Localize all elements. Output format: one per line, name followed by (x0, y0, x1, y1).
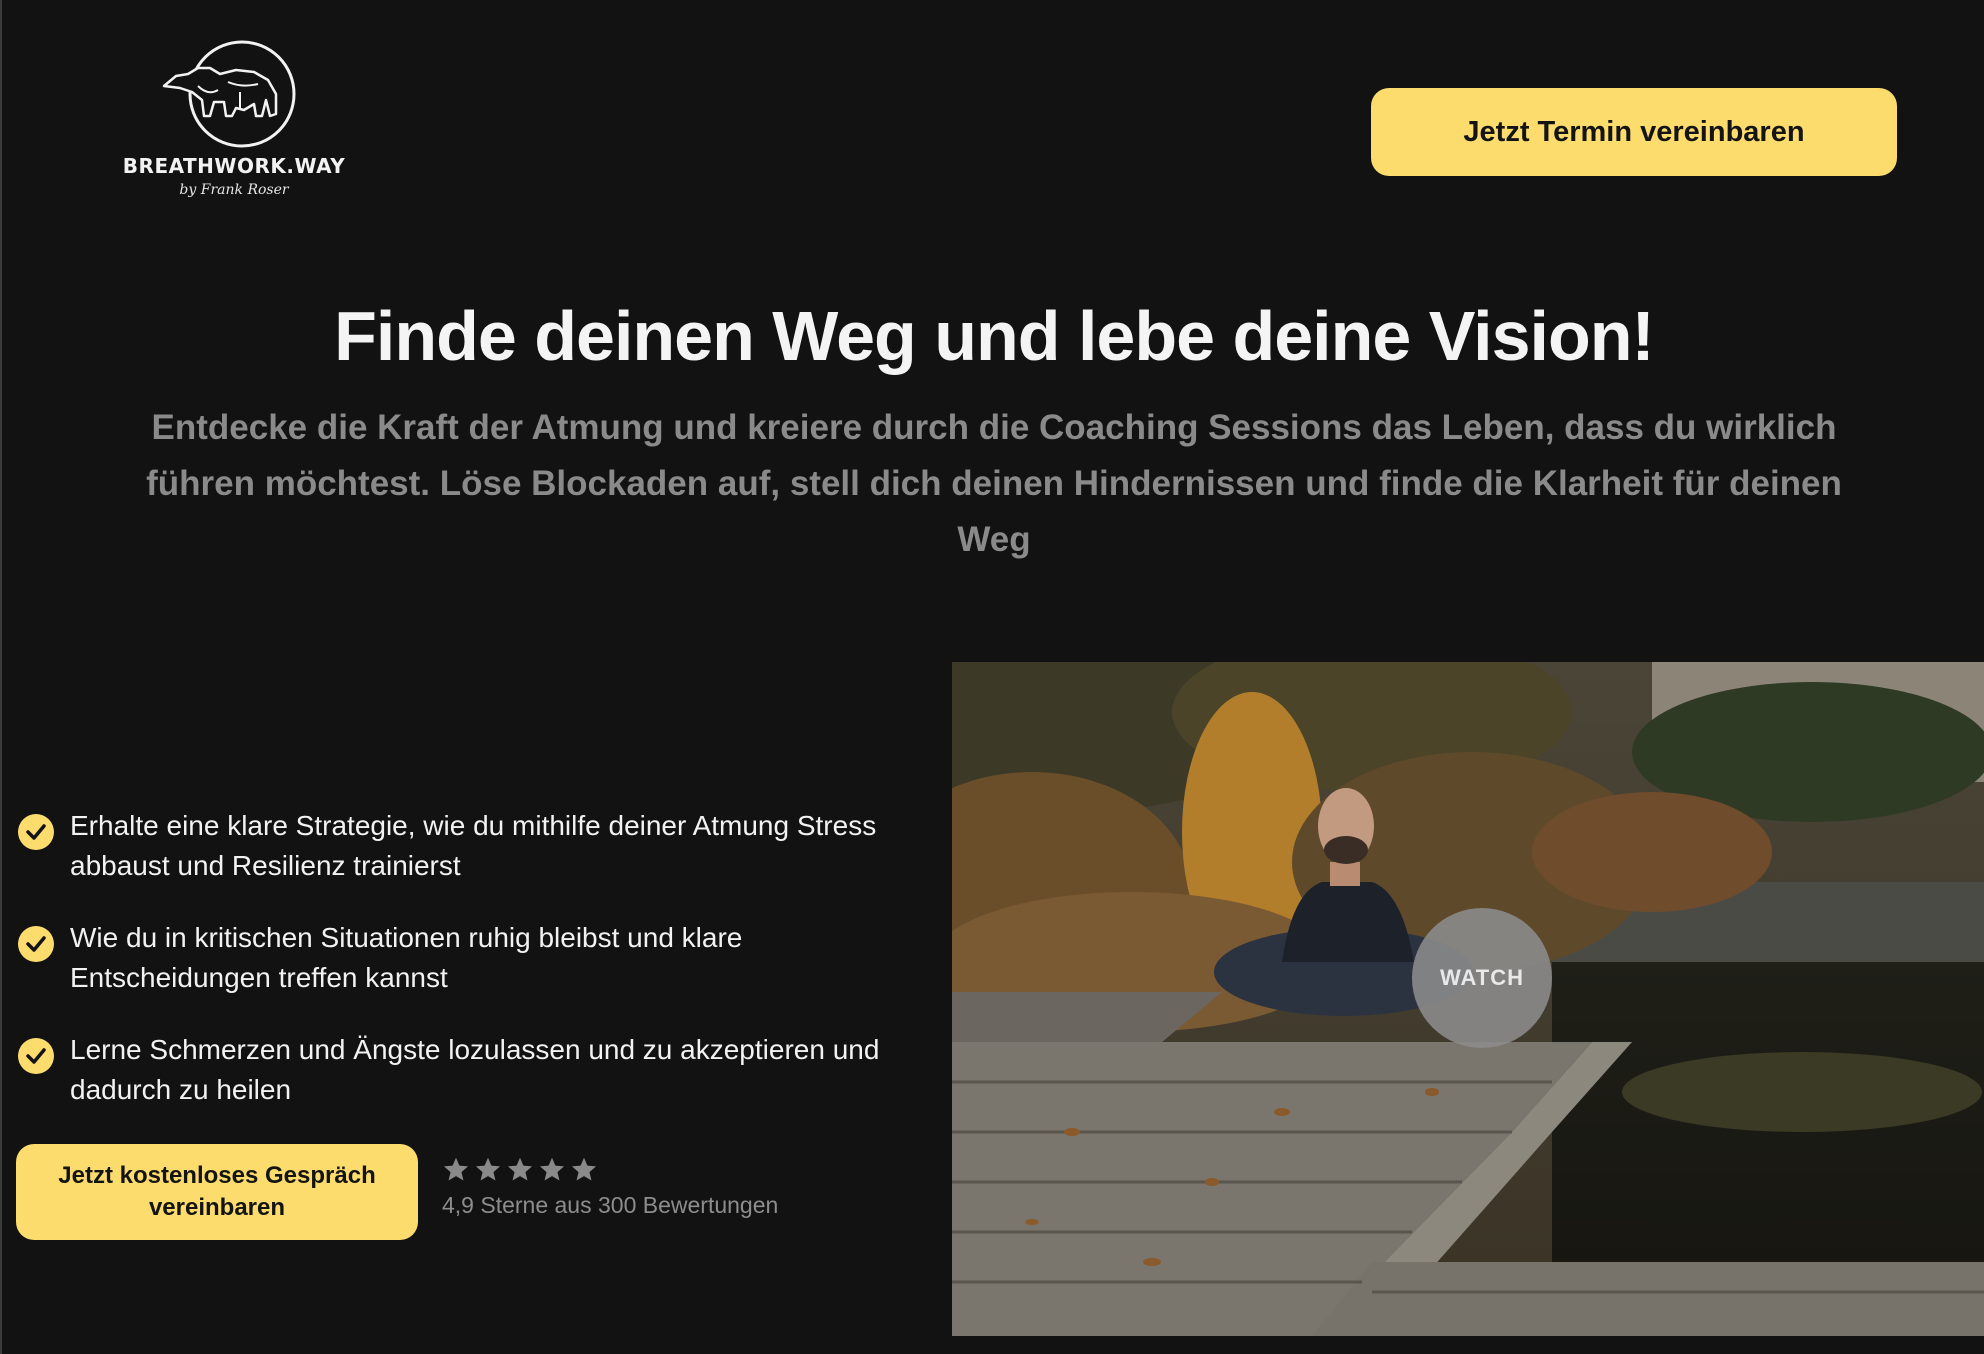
benefit-item: Erhalte eine klare Strategie, wie du mit… (16, 806, 896, 886)
rating-text: 4,9 Sterne aus 300 Bewertungen (442, 1192, 779, 1218)
benefits-list: Erhalte eine klare Strategie, wie du mit… (16, 806, 896, 1142)
hero-title: Finde deinen Weg und lebe deine Vision! (334, 297, 1655, 375)
check-circle-icon (18, 814, 54, 850)
book-appointment-button[interactable]: Jetzt Termin vereinbaren (1371, 88, 1897, 176)
benefit-text: Erhalte eine klare Strategie, wie du mit… (70, 810, 877, 881)
star-icon (571, 1157, 597, 1181)
brand-signature: by Frank Roser (179, 182, 289, 198)
rating-stars (442, 1156, 778, 1184)
benefit-text: Wie du in kritischen Situationen ruhig b… (70, 922, 743, 993)
benefit-item: Wie du in kritischen Situationen ruhig b… (16, 918, 896, 998)
check-circle-icon (18, 926, 54, 962)
check-circle-icon (18, 1038, 54, 1074)
star-icon (539, 1157, 565, 1181)
bear-logo-icon (162, 40, 296, 148)
brand-name: BREATHWORK.WAY (122, 154, 346, 178)
free-consultation-button[interactable]: Jetzt kostenloses Gespräch vereinbaren (16, 1144, 418, 1240)
rating: 4,9 Sterne aus 300 Bewertungen (442, 1156, 778, 1219)
watch-button[interactable]: WATCH (1412, 908, 1552, 1048)
brand-logo[interactable]: BREATHWORK.WAY by Frank Roser (114, 38, 354, 208)
hero-subtitle: Entdecke die Kraft der Atmung und kreier… (146, 408, 1842, 559)
star-icon (475, 1157, 501, 1181)
page: BREATHWORK.WAY by Frank Roser Jetzt Term… (0, 0, 1984, 1354)
star-icon (507, 1157, 533, 1181)
intro-video[interactable]: WATCH (952, 662, 1984, 1336)
benefit-text: Lerne Schmerzen und Ängste lozulassen un… (70, 1034, 880, 1105)
star-icon (443, 1157, 469, 1181)
benefit-item: Lerne Schmerzen und Ängste lozulassen un… (16, 1030, 896, 1110)
